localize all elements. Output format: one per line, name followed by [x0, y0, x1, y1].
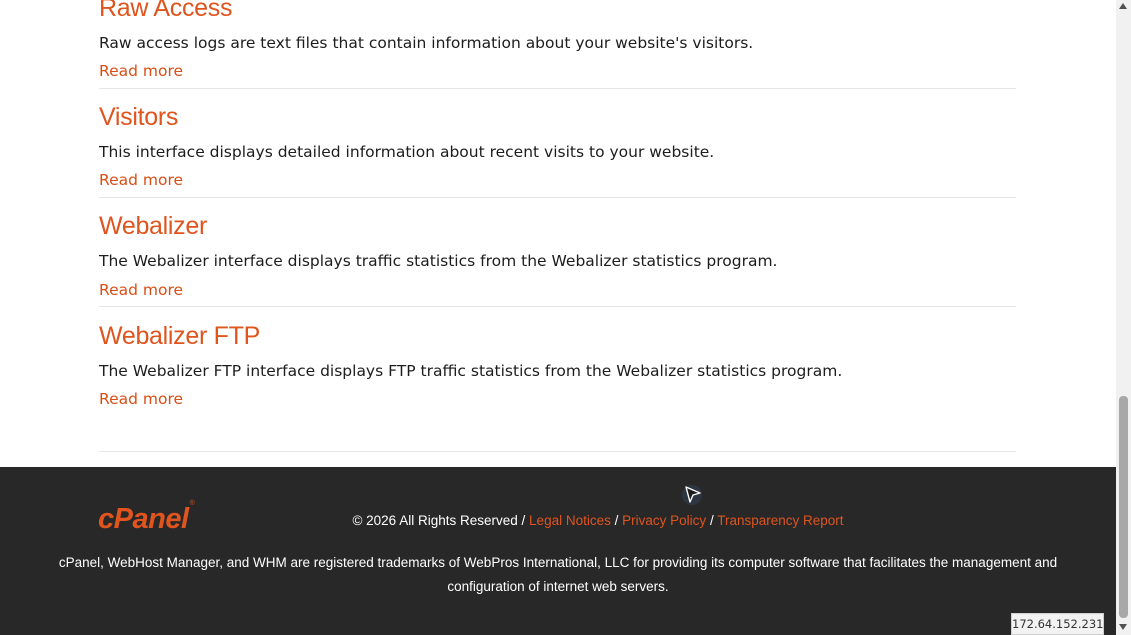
section-webalizer-ftp: Webalizer FTP The Webalizer FTP interfac…: [99, 322, 1016, 412]
read-more-link[interactable]: Read more: [99, 171, 183, 189]
privacy-policy-link[interactable]: Privacy Policy: [622, 513, 706, 528]
section-webalizer: Webalizer The Webalizer interface displa…: [99, 212, 1016, 302]
read-more-link[interactable]: Read more: [99, 390, 183, 408]
triangle-down-icon[interactable]: [1119, 624, 1127, 630]
page-footer: cPanel® © 2026 All Rights Reserved / Leg…: [0, 467, 1116, 635]
section-description: The Webalizer interface displays traffic…: [99, 252, 778, 270]
triangle-up-icon[interactable]: [1119, 3, 1127, 9]
section-divider: [99, 306, 1016, 307]
footer-links: © 2026 All Rights Reserved / Legal Notic…: [0, 513, 1116, 528]
link-separator: /: [521, 513, 526, 528]
scrollbar-thumb[interactable]: [1119, 396, 1128, 618]
copyright-text: © 2026 All Rights Reserved: [352, 513, 518, 528]
logo-registered-mark: ®: [189, 500, 195, 508]
trademark-notice: cPanel, WebHost Manager, and WHM are reg…: [58, 555, 1058, 594]
legal-notices-link[interactable]: Legal Notices: [529, 513, 611, 528]
section-divider: [99, 88, 1016, 89]
vertical-scrollbar[interactable]: [1116, 0, 1131, 635]
read-more-link[interactable]: Read more: [99, 62, 183, 80]
section-description: This interface displays detailed informa…: [99, 143, 715, 161]
section-title-webalizer-ftp[interactable]: Webalizer FTP: [99, 322, 260, 351]
section-raw-access: Raw Access Raw access logs are text file…: [99, 0, 1016, 84]
section-title-webalizer[interactable]: Webalizer: [99, 212, 207, 241]
link-separator: /: [614, 513, 619, 528]
main-content: Raw Access Raw access logs are text file…: [0, 0, 1116, 467]
ip-address-badge: 172.64.152.231: [1011, 613, 1104, 635]
section-divider: [99, 451, 1016, 452]
transparency-report-link[interactable]: Transparency Report: [717, 513, 843, 528]
section-description: Raw access logs are text files that cont…: [99, 34, 754, 52]
section-description: The Webalizer FTP interface displays FTP…: [99, 362, 843, 380]
section-divider: [99, 197, 1016, 198]
section-visitors: Visitors This interface displays detaile…: [99, 103, 1016, 193]
section-title-raw-access[interactable]: Raw Access: [99, 0, 232, 23]
link-separator: /: [709, 513, 714, 528]
read-more-link[interactable]: Read more: [99, 281, 183, 299]
section-title-visitors[interactable]: Visitors: [99, 103, 178, 132]
mouse-pointer-icon: [682, 485, 702, 505]
